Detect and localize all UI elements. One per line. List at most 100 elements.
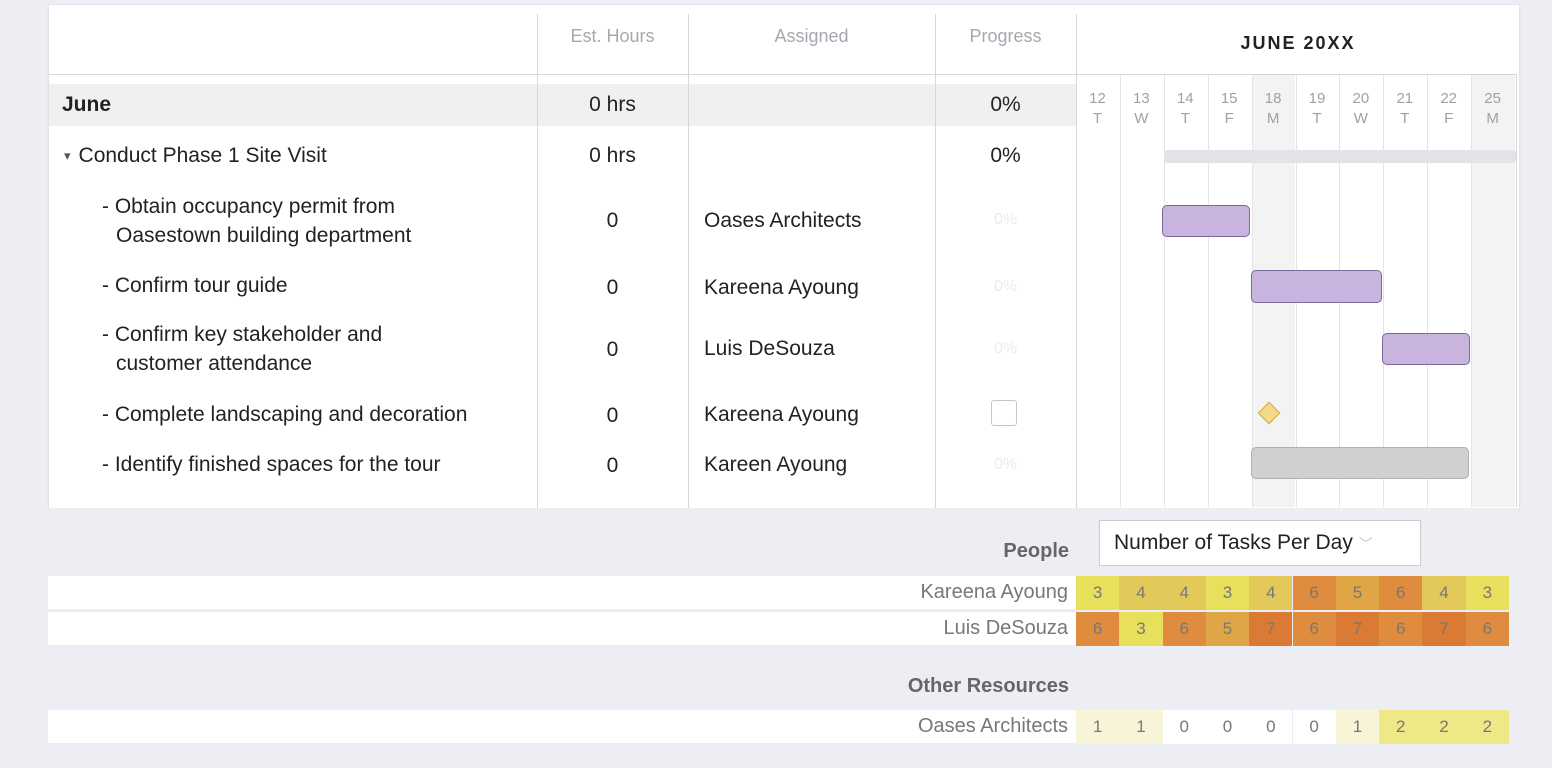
gantt-day-divider [1163, 75, 1165, 507]
day-number: 12 [1089, 90, 1106, 107]
heatmap-cell: 1 [1335, 710, 1380, 744]
heatmap-cell: 3 [1076, 576, 1120, 610]
day-number: 14 [1176, 90, 1194, 107]
day-of-week: W [1353, 110, 1368, 127]
dropdown-value: Number of Tasks Per Day [1114, 531, 1353, 554]
heatmap-cell: 7 [1422, 612, 1466, 646]
gantt-day-label: 20 W [1339, 89, 1382, 129]
heatmap-cell: 6 [1379, 612, 1423, 646]
task-name[interactable]: - Confirm key stakeholder and customer a… [102, 320, 382, 378]
day-number: 18 [1264, 90, 1282, 107]
col-divider [537, 14, 538, 508]
gantt-task-bar[interactable] [1251, 447, 1469, 479]
task-name[interactable]: - Complete landscaping and decoration [102, 400, 467, 429]
assigned-value[interactable]: Oases Architects [704, 206, 862, 235]
gantt-day-label: 15 F [1208, 89, 1251, 129]
gantt-day-label: 18 M [1252, 89, 1295, 129]
task-name: Conduct Phase 1 Site Visit [78, 144, 327, 167]
est-hours-value[interactable]: 0 [537, 276, 688, 300]
gantt-day-label: 22 F [1427, 89, 1470, 129]
heatmap-cell: 0 [1205, 710, 1250, 744]
gantt-day-highlight [1471, 75, 1515, 507]
day-number: 20 [1352, 90, 1370, 107]
heatmap-cell: 4 [1162, 576, 1206, 610]
est-hours-value[interactable]: 0 hrs [537, 144, 688, 168]
gantt-day-label: 12 T [1076, 89, 1119, 129]
task-name[interactable]: - Obtain occupancy permit from Oasestown… [102, 192, 411, 250]
progress-value[interactable]: 0% [935, 340, 1076, 358]
heatmap-cell: 6 [1379, 576, 1423, 610]
task-name-line: customer attendance [116, 352, 313, 375]
progress-header: Progress [969, 26, 1042, 46]
gantt-day-label: 19 T [1296, 89, 1339, 129]
heatmap-cell: 7 [1335, 612, 1380, 646]
progress-value[interactable]: 0% [935, 93, 1076, 117]
assigned-header: Assigned [774, 26, 849, 46]
assigned-value[interactable]: Kareena Ayoung [704, 400, 859, 429]
heatmap-cell: 6 [1465, 612, 1509, 646]
gantt-summary-bar[interactable] [1164, 150, 1516, 163]
task-name[interactable]: - Identify finished spaces for the tour [102, 450, 441, 479]
est-hours-value[interactable]: 0 [537, 209, 688, 233]
gantt-header-divider [1076, 74, 1517, 75]
assigned-value[interactable]: Kareena Ayoung [704, 273, 859, 302]
progress-value[interactable]: 0% [935, 211, 1076, 229]
gantt-task-bar[interactable] [1382, 333, 1470, 365]
milestone-complete-checkbox[interactable] [991, 400, 1017, 426]
est-hours-value[interactable]: 0 [537, 454, 688, 478]
progress-value[interactable]: 0% [935, 456, 1076, 474]
heatmap-cell: 5 [1335, 576, 1380, 610]
gantt-day-divider [1471, 75, 1473, 507]
progress-value[interactable]: 0% [935, 278, 1076, 296]
heatmap-cell: 7 [1249, 612, 1293, 646]
heatmap-cell: 6 [1076, 612, 1120, 646]
collapse-toggle-icon[interactable]: ▾ [64, 148, 71, 163]
day-of-week: T [1312, 110, 1322, 127]
task-name-line: Oasestown building department [116, 224, 412, 247]
heatmap-cell: 6 [1292, 612, 1336, 646]
resource-name: Kareena Ayoung [920, 581, 1068, 603]
heatmap-cell: 3 [1119, 612, 1163, 646]
day-of-week: M [1486, 110, 1499, 127]
assigned-value[interactable]: Luis DeSouza [704, 334, 835, 363]
day-number: 25 [1484, 90, 1501, 107]
resource-metric-dropdown[interactable]: Number of Tasks Per Day ﹀ [1099, 520, 1421, 566]
gantt-right-edge [1516, 75, 1517, 507]
gantt-day-label: 21 T [1383, 89, 1426, 129]
col-divider [935, 14, 936, 508]
day-of-week: T [1400, 110, 1410, 127]
heatmap-cell: 4 [1422, 576, 1466, 610]
est-hours-value[interactable]: 0 hrs [537, 93, 688, 117]
day-number: 15 [1220, 90, 1238, 107]
heatmap-cell: 3 [1465, 576, 1509, 610]
task-row-phase1[interactable]: ▾ Conduct Phase 1 Site Visit [64, 141, 327, 170]
gantt-day-divider [1119, 75, 1121, 507]
day-number: 19 [1308, 90, 1326, 107]
day-of-week: F [1444, 110, 1454, 127]
other-resources-heading: Other Resources [907, 675, 1069, 697]
task-name[interactable]: June [62, 90, 111, 119]
gantt-grid [48, 4, 1520, 510]
est-hours-header: Est. Hours [570, 26, 655, 46]
heatmap-cell: 0 [1162, 710, 1206, 744]
gantt-day-divider [1207, 75, 1209, 507]
est-hours-value[interactable]: 0 [537, 338, 688, 362]
heatmap-cell: 6 [1162, 612, 1206, 646]
day-of-week: M [1266, 110, 1280, 127]
gantt-task-bar[interactable] [1251, 270, 1382, 303]
heatmap-cell: 3 [1205, 576, 1250, 610]
day-of-week: T [1092, 110, 1103, 127]
day-number: 21 [1396, 90, 1414, 107]
heatmap-cell: 4 [1119, 576, 1163, 610]
day-of-week: W [1134, 110, 1149, 127]
gantt-day-divider [1427, 75, 1429, 507]
est-hours-value[interactable]: 0 [537, 404, 688, 428]
gantt-month-title: JUNE 20XX [1240, 33, 1356, 53]
task-name-line: - Confirm key stakeholder and [102, 323, 383, 346]
assigned-value[interactable]: Kareen Ayoung [704, 450, 847, 479]
gantt-task-bar[interactable] [1162, 205, 1250, 237]
heatmap-cell: 2 [1465, 710, 1509, 744]
heatmap-cell: 0 [1292, 710, 1336, 744]
progress-value[interactable]: 0% [935, 144, 1076, 168]
task-name[interactable]: - Confirm tour guide [102, 271, 288, 300]
